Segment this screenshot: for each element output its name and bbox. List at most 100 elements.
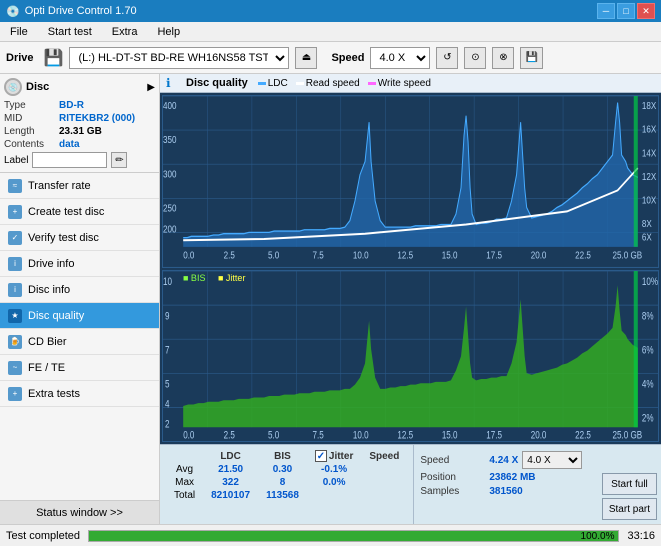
menu-help[interactable]: Help <box>151 24 186 40</box>
minimize-button[interactable]: ─ <box>597 3 615 19</box>
svg-text:25.0 GB: 25.0 GB <box>613 429 643 441</box>
speed-select-stats[interactable]: 4.0 X <box>522 451 582 469</box>
sidebar-item-verify-test-disc[interactable]: ✓ Verify test disc <box>0 225 159 251</box>
svg-text:12X: 12X <box>642 171 657 182</box>
svg-text:6X: 6X <box>642 231 653 242</box>
max-jitter: 0.0% <box>307 476 361 489</box>
nav-label-disc-info: Disc info <box>28 284 70 296</box>
svg-text:25.0 GB: 25.0 GB <box>613 250 643 261</box>
stats-col-empty <box>166 449 203 463</box>
svg-text:0.0: 0.0 <box>183 250 194 261</box>
sidebar-item-transfer-rate[interactable]: ≈ Transfer rate <box>0 173 159 199</box>
svg-text:4%: 4% <box>642 378 654 391</box>
disc-action-btn2[interactable]: ⊗ <box>492 47 514 69</box>
close-button[interactable]: ✕ <box>637 3 655 19</box>
disc-quality-title: Disc quality <box>186 77 248 89</box>
nav-label-transfer-rate: Transfer rate <box>28 180 91 192</box>
sidebar-item-cd-bier[interactable]: 🍺 CD Bier <box>0 329 159 355</box>
total-speed-empty <box>361 489 407 502</box>
sidebar-item-disc-info[interactable]: i Disc info <box>0 277 159 303</box>
total-jitter-empty <box>307 489 361 502</box>
right-panel: ℹ Disc quality LDC Read speed Write spee… <box>160 74 661 524</box>
svg-text:4: 4 <box>165 398 170 411</box>
disc-title: Disc <box>26 81 49 93</box>
disc-action-btn1[interactable]: ⊙ <box>464 47 486 69</box>
svg-text:200: 200 <box>163 223 176 234</box>
max-speed-empty <box>361 476 407 489</box>
progress-bar-fill <box>89 531 618 541</box>
disc-header: 💿 Disc ▶ <box>4 78 155 96</box>
avg-label: Avg <box>166 463 203 476</box>
sidebar-item-extra-tests[interactable]: + Extra tests <box>0 381 159 407</box>
main-content: 💿 Disc ▶ Type BD-R MID RITEKBR2 (000) Le… <box>0 74 661 524</box>
drive-bar: Drive 💾 (L:) HL-DT-ST BD-RE WH16NS58 TST… <box>0 42 661 74</box>
sidebar-item-disc-quality[interactable]: ★ Disc quality <box>0 303 159 329</box>
save-button[interactable]: 💾 <box>520 47 542 69</box>
svg-text:22.5: 22.5 <box>575 429 591 441</box>
disc-label-edit-button[interactable]: ✏ <box>111 152 127 168</box>
jitter-label: Jitter <box>329 451 353 462</box>
samples-value: 381560 <box>489 486 522 497</box>
title-bar-controls: ─ □ ✕ <box>597 3 655 19</box>
speed-header-label: Speed <box>369 451 399 462</box>
svg-text:350: 350 <box>163 134 176 145</box>
stats-col-ldc: LDC <box>203 449 258 463</box>
sidebar-item-create-test-disc[interactable]: + Create test disc <box>0 199 159 225</box>
menu-extra[interactable]: Extra <box>106 24 144 40</box>
max-label: Max <box>166 476 203 489</box>
menu-file[interactable]: File <box>4 24 34 40</box>
jitter-checkbox[interactable]: ✓ <box>315 450 327 462</box>
sidebar-item-fe-te[interactable]: ~ FE / TE <box>0 355 159 381</box>
jitter-checkbox-row: ✓ Jitter <box>315 450 353 462</box>
disc-mid-value: RITEKBR2 (000) <box>59 113 135 124</box>
nav-label-create-test-disc: Create test disc <box>28 206 104 218</box>
stats-table: LDC BIS ✓ Jitter Speed <box>166 449 407 502</box>
progress-bar-container: 100.0% <box>88 530 619 542</box>
refresh-button[interactable]: ↺ <box>436 47 458 69</box>
svg-text:2.5: 2.5 <box>224 429 236 441</box>
total-label: Total <box>166 489 203 502</box>
speed-display-label: Speed <box>420 455 485 466</box>
eject-button[interactable]: ⏏ <box>295 47 317 69</box>
start-full-button[interactable]: Start full <box>602 473 657 495</box>
menu-start-test[interactable]: Start test <box>42 24 98 40</box>
fe-te-icon: ~ <box>8 361 22 375</box>
bis-jitter-chart-svg: 10 9 7 5 4 2 10% 8% 6% 4% 2% 0.0 2.5 <box>163 271 658 442</box>
write-speed-legend-label: Write speed <box>378 78 431 89</box>
stats-col-jitter-check[interactable]: ✓ Jitter <box>307 449 361 463</box>
charts-container: 400 350 300 250 200 18X 16X 14X 12X <box>160 93 661 444</box>
svg-text:17.5: 17.5 <box>486 250 502 261</box>
maximize-button[interactable]: □ <box>617 3 635 19</box>
stats-row-avg: Avg 21.50 0.30 -0.1% <box>166 463 407 476</box>
sidebar-item-drive-info[interactable]: i Drive info <box>0 251 159 277</box>
status-text: Test completed <box>6 530 80 542</box>
status-window-button[interactable]: Status window >> <box>0 500 159 524</box>
disc-label-label: Label <box>4 155 28 166</box>
disc-quality-header: ℹ Disc quality LDC Read speed Write spee… <box>160 74 661 93</box>
start-part-button[interactable]: Start part <box>602 498 657 520</box>
position-value: 23862 MB <box>489 472 535 483</box>
title-bar-left: 💿 Opti Drive Control 1.70 <box>6 5 137 18</box>
ldc-chart: 400 350 300 250 200 18X 16X 14X 12X <box>162 95 659 268</box>
stats-bar: LDC BIS ✓ Jitter Speed <box>160 444 661 524</box>
nav-label-disc-quality: Disc quality <box>28 310 84 322</box>
drive-label: Drive <box>6 52 34 64</box>
speed-select[interactable]: 4.0 X 2.0 X 1.0 X 8.0 X <box>370 47 430 69</box>
ldc-legend-label: LDC <box>268 78 288 89</box>
stats-left: LDC BIS ✓ Jitter Speed <box>160 445 413 524</box>
disc-label-input[interactable] <box>32 152 107 168</box>
status-window-label: Status window >> <box>36 507 123 519</box>
disc-type-value: BD-R <box>59 100 84 111</box>
svg-text:16X: 16X <box>642 124 657 135</box>
nav-items: ≈ Transfer rate + Create test disc ✓ Ver… <box>0 173 159 500</box>
ldc-chart-svg: 400 350 300 250 200 18X 16X 14X 12X <box>163 96 658 267</box>
svg-text:8%: 8% <box>642 310 654 323</box>
svg-text:5: 5 <box>165 378 170 391</box>
svg-text:20.0: 20.0 <box>531 429 547 441</box>
drive-select[interactable]: (L:) HL-DT-ST BD-RE WH16NS58 TST4 <box>69 47 289 69</box>
extra-tests-icon: + <box>8 387 22 401</box>
drive-icon: 💾 <box>44 48 64 68</box>
disc-length-row: Length 23.31 GB <box>4 126 155 137</box>
svg-text:9: 9 <box>165 310 170 323</box>
total-ldc: 8210107 <box>203 489 258 502</box>
